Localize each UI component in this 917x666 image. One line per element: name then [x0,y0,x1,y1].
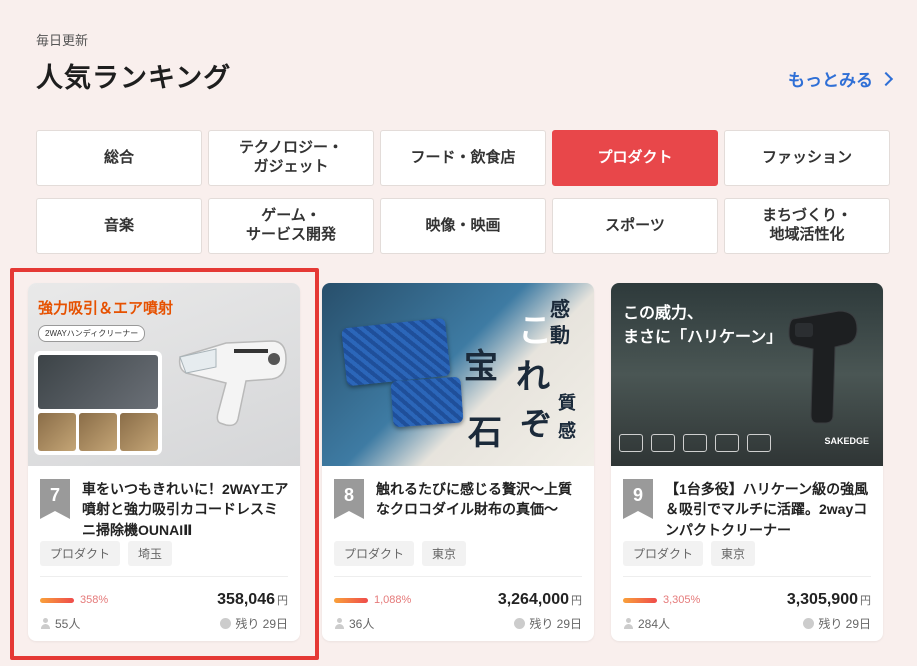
rank-badge: 8 [334,479,364,519]
see-more-label: もっとみる [788,71,873,90]
project-thumbnail: 感 動 こ 宝 れ 石 ぞ 質 感 [322,283,594,466]
feature-icon [651,434,675,452]
progress-bar [623,597,657,603]
location-tag[interactable]: 埼玉 [128,541,173,566]
supporter-icon [623,618,634,629]
divider [623,576,871,577]
category-tag[interactable]: プロダクト [623,541,704,566]
progress-bar [334,597,368,603]
category-tab-film[interactable]: 映像・映画 [380,198,546,254]
thumbnail-text: こ [518,311,552,351]
thumbnail-photo-collage [34,351,162,455]
supporter-icon [334,618,345,629]
category-tab-product[interactable]: プロダクト [552,130,718,186]
rank-badge: 7 [40,479,70,519]
thumbnail-headline: この威力、 まさに「ハリケーン」 [623,303,783,346]
thumbnail-text: 感 [550,297,570,321]
project-thumbnail: 強力吸引＆エア噴射 2WAYハンディクリーナー [28,283,300,466]
location-tag[interactable]: 東京 [422,541,467,566]
category-tab-technology[interactable]: テクノロジー・ ガジェット [208,130,374,186]
thumbnail-text: 質 [558,393,576,414]
clock-icon [803,618,815,629]
supporter-count: 55人 [55,617,81,631]
ranking-card[interactable]: 感 動 こ 宝 れ 石 ぞ 質 感 8 触れるたびに感じる贅沢～上質なクロコダイ… [322,283,594,641]
handheld-vacuum-image [178,340,287,427]
funding-amount: 3,305,900 円 [786,591,871,608]
project-title: 触れるたびに感じる贅沢～上質なクロコダイル財布の真価～ [376,481,572,518]
thumbnail-text: 感 [558,421,576,442]
clock-icon [514,618,526,629]
funding-percent: 1,088% [374,594,412,606]
wallet-image [341,317,451,387]
feature-icon [619,434,643,452]
feature-icon [747,434,771,452]
page-title: 人気ランキング [36,63,232,93]
project-title: 車をいつもきれいに！2WAYエア噴射と強力吸引カコードレスミニ掃除機OUNAIⅡ [82,481,289,538]
chevron-right-icon [878,71,894,86]
feature-icons [619,434,771,452]
ranking-card[interactable]: この威力、 まさに「ハリケーン」 SAKEDGE 9 【1台多役】ハリケーン級の… [611,283,883,641]
category-tab-game[interactable]: ゲーム・ サービス開発 [208,198,374,254]
rank-badge: 9 [623,479,653,519]
project-title: 【1台多役】ハリケーン級の強風＆吸引でマルチに活躍。2wayコンパクトクリーナー [665,481,869,538]
days-remaining: 残り 29日 [235,617,288,631]
daily-update-label: 毎日更新 [36,33,89,48]
thumbnail-subtitle: 2WAYハンディクリーナー [38,325,146,342]
category-tag[interactable]: プロダクト [334,541,415,566]
brand-logo: SAKEDGE [824,436,869,446]
wallet-image [390,376,464,428]
days-remaining: 残り 29日 [818,617,871,631]
ranking-card[interactable]: 強力吸引＆エア噴射 2WAYハンディクリーナー 7 車をいつもきれいに！2WAY… [28,283,300,641]
progress-bar [40,597,74,603]
thumbnail-text: 石 [468,413,502,453]
thumbnail-text: れ [516,357,550,397]
project-thumbnail: この威力、 まさに「ハリケーン」 SAKEDGE [611,283,883,466]
days-remaining: 残り 29日 [529,617,582,631]
blower-device-image [788,310,858,424]
category-tab-sports[interactable]: スポーツ [552,198,718,254]
supporter-icon [40,618,51,629]
clock-icon [220,618,232,629]
feature-icon [715,434,739,452]
category-tab-overall[interactable]: 総合 [36,130,202,186]
divider [334,576,582,577]
category-tab-regional[interactable]: まちづくり・ 地域活性化 [724,198,890,254]
divider [40,576,288,577]
thumbnail-headline: 強力吸引＆エア噴射 [38,300,174,317]
category-tag[interactable]: プロダクト [40,541,121,566]
funding-amount: 3,264,000 円 [497,591,582,608]
thumbnail-text: 宝 [464,347,498,387]
funding-amount: 358,046 円 [217,591,288,608]
supporter-count: 284人 [638,617,671,631]
funding-percent: 358% [80,594,109,606]
feature-icon [683,434,707,452]
ranking-cards: 強力吸引＆エア噴射 2WAYハンディクリーナー 7 車をいつもきれいに！2WAY… [28,283,888,643]
category-tab-music[interactable]: 音楽 [36,198,202,254]
category-tab-food[interactable]: フード・飲食店 [380,130,546,186]
thumbnail-text: 動 [550,323,570,347]
category-tab-fashion[interactable]: ファッション [724,130,890,186]
supporter-count: 36人 [349,617,375,631]
location-tag[interactable]: 東京 [711,541,756,566]
thumbnail-text: ぞ [520,405,553,443]
see-more-link[interactable]: もっとみる [788,66,894,91]
funding-percent: 3,305% [663,594,701,606]
category-tabs: 総合 テクノロジー・ ガジェット フード・飲食店 プロダクト ファッション 音楽… [36,130,890,254]
